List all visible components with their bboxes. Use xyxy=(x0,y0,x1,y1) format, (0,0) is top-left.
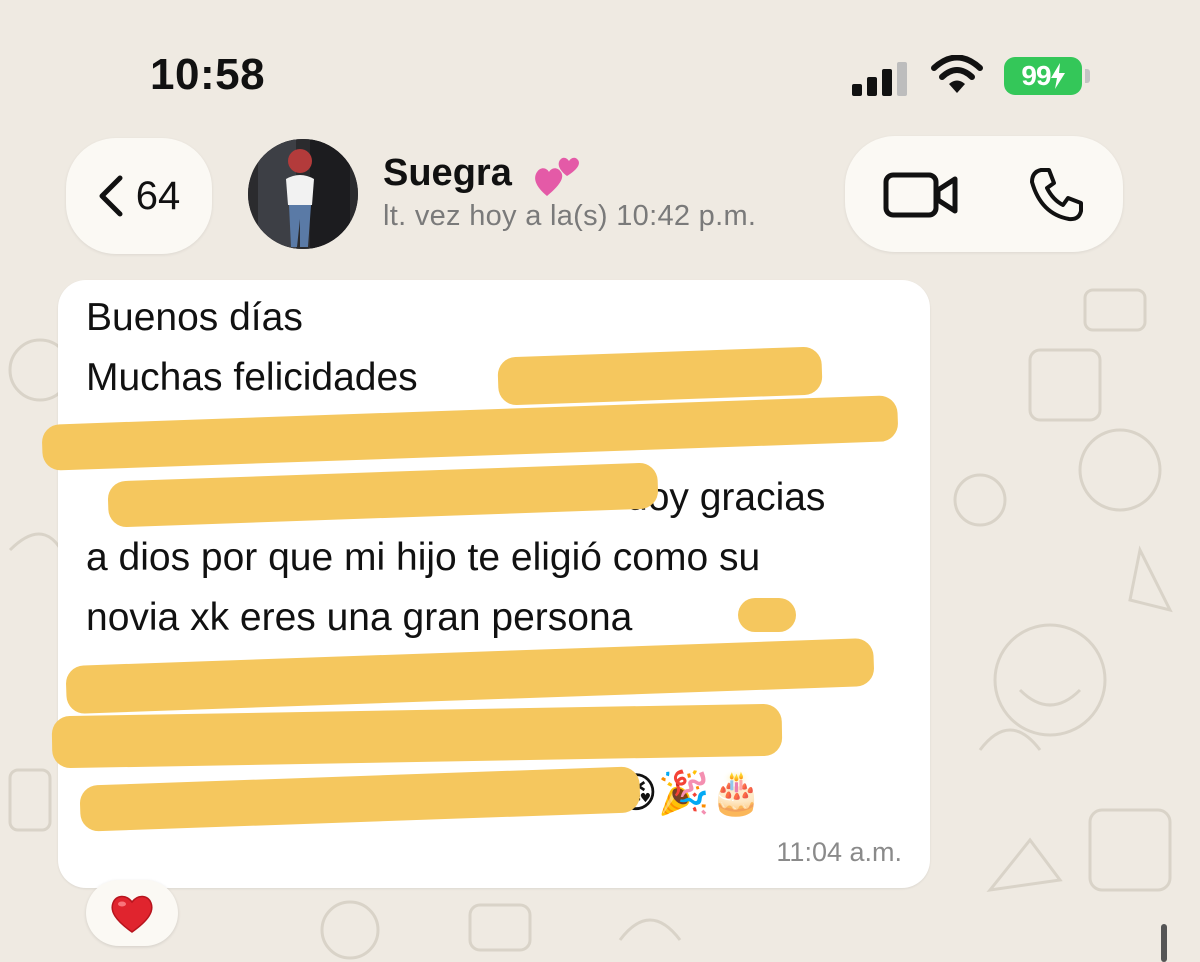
signal-icon xyxy=(852,62,907,96)
message-line-2: Muchas felicidades xyxy=(86,356,418,399)
hearts-icon xyxy=(535,157,579,196)
voice-call-button[interactable] xyxy=(1027,166,1085,224)
battery-level: 99 xyxy=(1021,60,1051,91)
chevron-left-icon xyxy=(99,175,123,217)
wifi-icon xyxy=(931,55,983,93)
avatar-photo xyxy=(248,139,358,249)
scrollbar[interactable] xyxy=(1161,924,1167,962)
unread-count: 64 xyxy=(135,173,181,218)
redaction-mark xyxy=(41,395,899,471)
call-actions xyxy=(845,136,1123,252)
message-line-5: a dios por que mi hijo te eligió como su xyxy=(86,536,761,579)
contact-avatar[interactable] xyxy=(248,139,358,249)
redaction-mark xyxy=(107,462,659,528)
back-button[interactable]: 64 xyxy=(66,138,212,254)
redaction-mark xyxy=(65,637,875,715)
contact-name[interactable]: Suegra xyxy=(383,152,512,195)
status-time: 10:58 xyxy=(150,50,266,99)
message-line-1: Buenos días xyxy=(86,296,303,339)
last-seen-status: lt. vez hoy a la(s) 10:42 p.m. xyxy=(383,200,757,232)
redaction-mark xyxy=(79,766,641,832)
redaction-mark xyxy=(51,703,783,769)
battery-cap xyxy=(1085,69,1090,83)
redaction-mark xyxy=(497,346,823,406)
message-line-6: novia xk eres una gran persona xyxy=(86,596,633,639)
message-timestamp: 11:04 a.m. xyxy=(776,837,902,867)
reaction-badge[interactable] xyxy=(86,880,178,946)
red-heart-icon xyxy=(111,895,153,933)
charging-bolt-icon xyxy=(1050,63,1065,89)
video-call-button[interactable] xyxy=(883,170,959,220)
redaction-mark xyxy=(738,598,796,632)
battery-icon: 99 xyxy=(1004,57,1082,95)
message-bubble[interactable]: Buenos días Muchas felicidades doy graci… xyxy=(41,280,930,888)
